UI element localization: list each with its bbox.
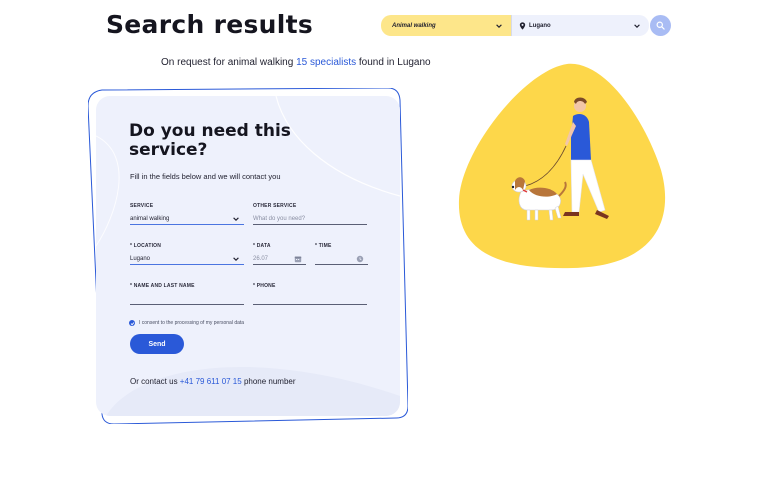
location-pin-icon	[519, 21, 526, 30]
search-icon	[656, 21, 665, 30]
location-select-value: Lugano	[529, 22, 551, 29]
chevron-down-icon	[233, 216, 239, 221]
contact-prefix: Or contact us	[130, 377, 180, 386]
date-value: 26.07	[253, 255, 269, 262]
service-field: SERVICE animal walking	[130, 203, 244, 225]
other-service-field: OTHER SERVICE What do you need?	[253, 203, 367, 225]
date-label: * DATA	[253, 243, 271, 249]
calendar-icon	[294, 256, 302, 262]
location-value: Lugano	[130, 255, 151, 262]
search-button[interactable]	[650, 15, 671, 36]
chevron-down-icon	[496, 23, 502, 28]
form-title: Do you need this service?	[129, 121, 291, 160]
date-field: * DATA 26.07	[253, 243, 306, 265]
service-select-value: Animal walking	[392, 22, 436, 29]
search-results-page: Search results Animal walking Lugano On …	[0, 0, 768, 480]
yellow-blob-shape	[458, 63, 666, 269]
summary-prefix: On request for animal walking	[161, 57, 297, 68]
consent-checkbox[interactable]	[129, 320, 135, 326]
phone-label: * PHONE	[253, 283, 276, 289]
consent-row: I consent to the processing of my person…	[129, 320, 244, 326]
name-input[interactable]	[130, 293, 244, 305]
contact-suffix: phone number	[241, 377, 296, 386]
other-service-input[interactable]: What do you need?	[253, 213, 367, 225]
location-select[interactable]: Lugano	[511, 15, 649, 36]
clock-icon	[356, 255, 364, 262]
contact-phone-link[interactable]: +41 79 611 07 15	[180, 377, 242, 386]
other-service-label: OTHER SERVICE	[253, 203, 297, 209]
chevron-down-icon	[233, 256, 239, 261]
time-input[interactable]	[315, 253, 368, 265]
location-label: * LOCATION	[130, 243, 162, 249]
service-value: animal walking	[130, 215, 170, 222]
service-select[interactable]: Animal walking	[381, 15, 511, 36]
time-label: * TIME	[315, 243, 332, 249]
dog-walker-illustration	[458, 63, 666, 269]
specialists-link[interactable]: 15 specialists	[296, 57, 356, 68]
name-label: * NAME AND LAST NAME	[130, 283, 195, 289]
page-title: Search results	[106, 10, 314, 39]
location-dropdown[interactable]: Lugano	[130, 253, 244, 265]
name-field: * NAME AND LAST NAME	[130, 283, 244, 305]
consent-label: I consent to the processing of my person…	[139, 320, 245, 326]
time-field: * TIME	[315, 243, 368, 265]
summary-suffix: found in Lugano	[356, 57, 431, 68]
date-input[interactable]: 26.07	[253, 253, 306, 265]
service-dropdown[interactable]: animal walking	[130, 213, 244, 225]
check-icon	[130, 321, 134, 325]
results-summary: On request for animal walking 15 special…	[161, 57, 431, 68]
service-label: SERVICE	[130, 203, 154, 209]
location-field: * LOCATION Lugano	[130, 243, 244, 265]
send-button[interactable]: Send	[130, 334, 184, 354]
service-request-card: Do you need this service? Fill in the fi…	[96, 96, 400, 416]
search-bar: Animal walking Lugano	[381, 15, 649, 36]
contact-line: Or contact us +41 79 611 07 15 phone num…	[130, 377, 296, 386]
form-subtitle: Fill in the fields below and we will con…	[130, 172, 281, 181]
chevron-down-icon	[634, 23, 640, 28]
phone-field: * PHONE	[253, 283, 367, 305]
phone-input[interactable]	[253, 293, 367, 305]
